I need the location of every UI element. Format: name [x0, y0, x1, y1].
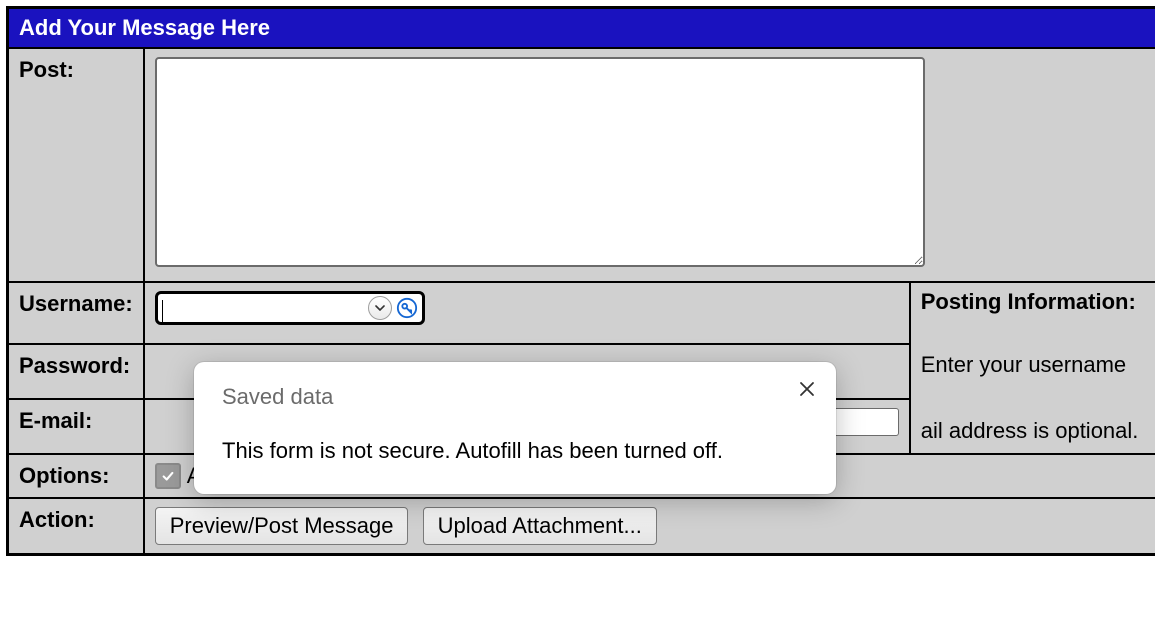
username-input-shell[interactable]	[155, 291, 425, 325]
upload-attachment-button[interactable]: Upload Attachment...	[423, 507, 657, 545]
username-input[interactable]	[166, 297, 368, 320]
posting-info-cell: Posting Information: This is a public po…	[910, 282, 1155, 454]
checkbox-checked-icon[interactable]	[155, 463, 181, 489]
action-label: Action:	[8, 498, 144, 555]
popup-saved-data-label: Saved data	[222, 384, 808, 410]
posting-info-body: This is a public posting areaa. Enter yo…	[921, 315, 1155, 447]
action-field-cell: Preview/Post Message Upload Attachment..…	[144, 498, 1155, 555]
posting-info-title: Posting Information:	[921, 289, 1155, 315]
form-title: Add Your Message Here	[19, 15, 270, 40]
password-key-icon[interactable]	[396, 297, 418, 319]
close-icon[interactable]	[794, 376, 820, 402]
email-label: E-mail:	[8, 399, 144, 454]
text-caret	[162, 300, 163, 322]
autofill-warning-popup: Saved data This form is not secure. Auto…	[194, 362, 836, 494]
username-label: Username:	[8, 282, 144, 344]
popup-message: This form is not secure. Autofill has be…	[222, 438, 808, 464]
post-label: Post:	[8, 48, 144, 282]
chevron-down-icon[interactable]	[368, 296, 392, 320]
post-textarea[interactable]	[155, 57, 925, 267]
password-label: Password:	[8, 344, 144, 399]
username-field-cell	[144, 282, 910, 344]
options-label: Options:	[8, 454, 144, 498]
post-field-cell	[144, 48, 1155, 282]
preview-post-button[interactable]: Preview/Post Message	[155, 507, 409, 545]
form-header: Add Your Message Here	[8, 8, 1155, 49]
